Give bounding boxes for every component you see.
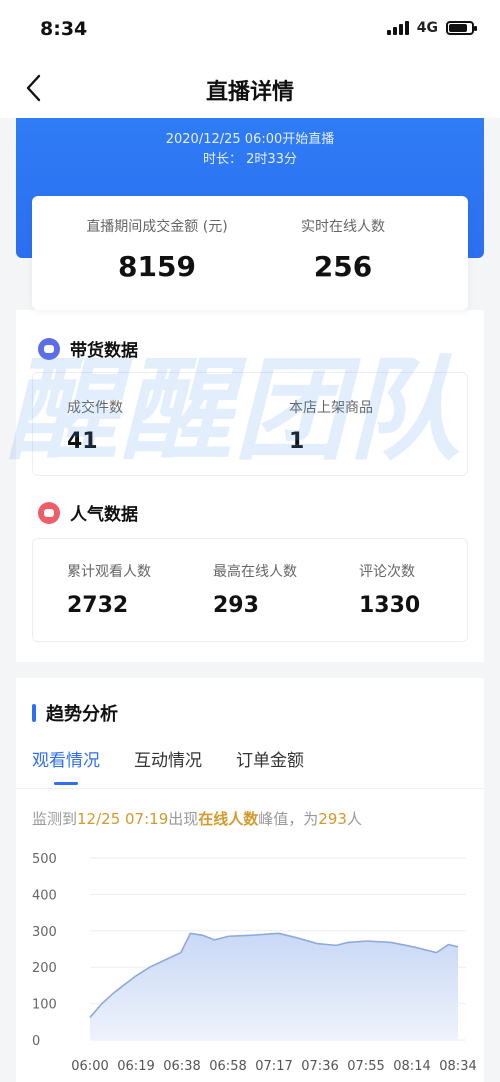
signal-icon: [386, 21, 409, 35]
x-tick-label: 06:19: [117, 1059, 154, 1074]
summary-card: 直播期间成交金额 (元) 8159 实时在线人数 256: [32, 196, 468, 310]
stat-value: 2732: [67, 593, 129, 618]
x-tick-label: 07:36: [301, 1059, 338, 1074]
goods-data-header: 带货数据: [38, 336, 138, 361]
tab-viewing[interactable]: 观看情况: [32, 746, 100, 785]
tab-order-amount[interactable]: 订单金额: [236, 746, 304, 785]
stat-comment-count: 评论次数 1330: [359, 561, 420, 618]
y-tick-label: 400: [32, 888, 57, 903]
status-time: 8:34: [40, 18, 88, 40]
network-type: 4G: [416, 20, 438, 36]
popularity-data-icon: [38, 501, 60, 524]
peak-metric: 在线人数: [198, 810, 259, 828]
stat-label: 最高在线人数: [213, 564, 297, 580]
goods-data-icon: [38, 337, 60, 360]
goods-data-card: 成交件数 41 本店上架商品 1: [32, 372, 468, 476]
popularity-data-header: 人气数据: [38, 500, 138, 525]
series-area: [90, 933, 458, 1040]
y-tick-label: 200: [32, 961, 57, 976]
stat-peak-online: 最高在线人数 293: [213, 561, 297, 618]
trend-section: 趋势分析 观看情况 互动情况 订单金额 监测到12/25 07:19出现在线人数…: [16, 678, 484, 1082]
y-tick-label: 500: [32, 852, 57, 867]
goods-data-title: 带货数据: [70, 341, 138, 361]
x-tick-label: 07:17: [255, 1059, 292, 1074]
live-start-time: 2020/12/25 06:00开始直播: [165, 132, 335, 147]
y-tick-label: 300: [32, 925, 57, 940]
status-icons: 4G: [386, 20, 477, 36]
trend-tabs: 观看情况 互动情况 订单金额: [32, 746, 304, 785]
live-duration: 时长： 2时33分: [203, 152, 297, 167]
tab-divider: [16, 788, 484, 789]
nav-bar: 直播详情: [0, 60, 500, 118]
stat-value: 1330: [359, 593, 421, 618]
summary-sales-amount: 直播期间成交金额 (元) 8159: [72, 216, 242, 283]
stat-label: 累计观看人数: [67, 564, 151, 580]
trend-header: 趋势分析: [32, 700, 118, 726]
x-tick-label: 08:14: [393, 1059, 430, 1074]
summary-label: 实时在线人数: [301, 219, 385, 235]
stat-value: 41: [67, 429, 98, 454]
stat-label: 评论次数: [359, 564, 415, 580]
summary-value: 8159: [118, 250, 196, 283]
popularity-data-title: 人气数据: [70, 505, 138, 525]
summary-label: 直播期间成交金额 (元): [86, 219, 228, 235]
summary-online-now: 实时在线人数 256: [258, 216, 428, 283]
stat-value: 1: [289, 429, 305, 454]
peak-suffix: 人: [346, 810, 362, 828]
peak-time: 12/25 07:19: [77, 810, 169, 828]
peak-mid2: 峰值，为: [258, 810, 319, 828]
peak-notice: 监测到12/25 07:19出现在线人数峰值，为293人: [32, 808, 362, 829]
viewers-trend-chart: 0 100 200 300 400 500 06:00 06:19 06:38 06:58 07:1…: [32, 852, 477, 1074]
y-tick-label: 0: [32, 1034, 40, 1049]
stat-label: 成交件数: [67, 400, 123, 416]
battery-icon: [446, 21, 477, 35]
page-title: 直播详情: [205, 80, 294, 105]
y-tick-label: 100: [32, 998, 57, 1013]
peak-mid: 出现: [168, 810, 199, 828]
stats-section: 带货数据 成交件数 41 本店上架商品 1 人气数据 累计观看人数 2732 最…: [16, 310, 484, 662]
x-tick-label: 06:58: [209, 1059, 246, 1074]
section-marker: [32, 704, 36, 722]
x-tick-label: 08:34: [439, 1059, 476, 1074]
summary-value: 256: [313, 250, 373, 283]
trend-title: 趋势分析: [46, 704, 118, 725]
stat-listed-products: 本店上架商品 1: [289, 397, 373, 454]
stat-total-viewers: 累计观看人数 2732: [67, 561, 151, 618]
tab-interaction[interactable]: 互动情况: [134, 746, 202, 785]
popularity-data-card: 累计观看人数 2732 最高在线人数 293 评论次数 1330: [32, 538, 468, 642]
stat-label: 本店上架商品: [289, 400, 373, 416]
stat-sold-count: 成交件数 41: [67, 397, 123, 454]
stat-value: 293: [213, 593, 259, 618]
status-bar: 8:34 4G: [0, 0, 500, 60]
peak-value: 293: [318, 810, 347, 828]
x-tick-label: 06:00: [71, 1059, 108, 1074]
x-tick-label: 07:55: [347, 1059, 384, 1074]
peak-prefix: 监测到: [32, 810, 78, 828]
x-tick-label: 06:38: [163, 1059, 200, 1074]
